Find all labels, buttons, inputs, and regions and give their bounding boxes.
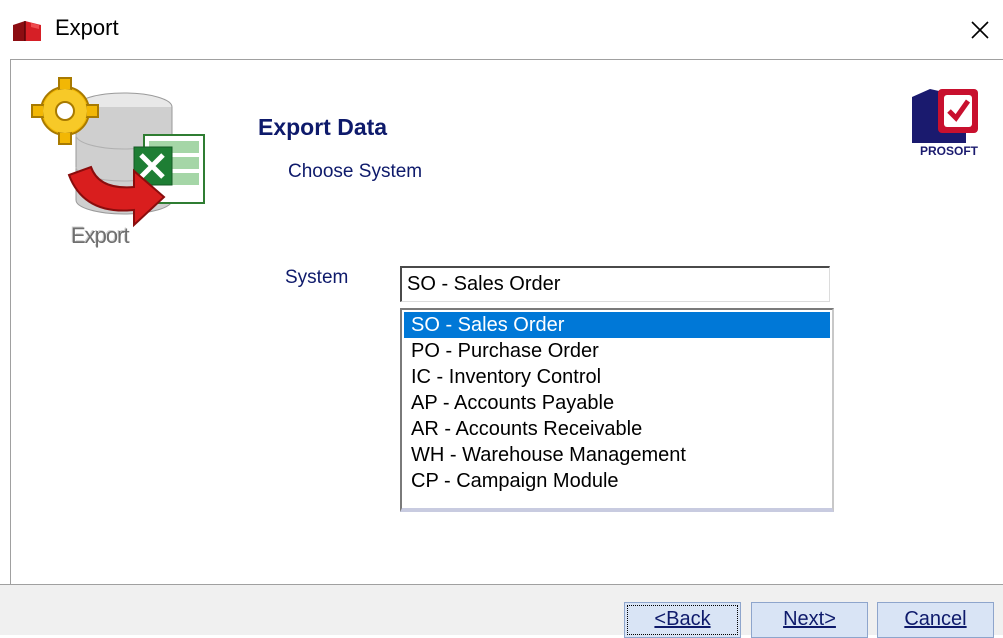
next-button[interactable]: Next> xyxy=(751,602,868,638)
close-icon xyxy=(971,21,989,39)
export-excel-icon xyxy=(31,77,205,228)
list-item[interactable]: WH - Warehouse Management xyxy=(404,442,830,468)
button-bar: <Back Next> Cancel xyxy=(0,584,1003,638)
list-item[interactable]: IC - Inventory Control xyxy=(404,364,830,390)
close-button[interactable] xyxy=(958,8,1002,52)
export-dialog: Export Export Export Data Choose System … xyxy=(0,0,1003,638)
cancel-button[interactable]: Cancel xyxy=(877,602,994,638)
prosoft-logo: PROSOFT xyxy=(912,89,979,158)
wizard-content: Export Export Data Choose System PROSOFT… xyxy=(10,59,1003,585)
app-book-icon xyxy=(13,21,41,41)
export-caption: Export xyxy=(71,223,130,248)
list-item[interactable]: CP - Campaign Module xyxy=(404,468,830,494)
window-title: Export xyxy=(55,15,119,40)
list-item[interactable]: PO - Purchase Order xyxy=(404,338,830,364)
list-item[interactable]: AP - Accounts Payable xyxy=(404,390,830,416)
list-item[interactable]: AR - Accounts Receivable xyxy=(404,416,830,442)
system-field[interactable]: SO - Sales Order xyxy=(400,266,830,302)
page-subtitle: Choose System xyxy=(288,161,423,182)
back-button[interactable]: <Back xyxy=(624,602,741,638)
title-bar: Export xyxy=(0,0,1003,58)
system-label: System xyxy=(285,267,349,288)
logo-text: PROSOFT xyxy=(920,144,979,158)
list-item[interactable]: SO - Sales Order xyxy=(404,312,830,338)
system-listbox[interactable]: SO - Sales Order PO - Purchase Order IC … xyxy=(400,308,834,512)
page-title: Export Data xyxy=(258,114,388,140)
